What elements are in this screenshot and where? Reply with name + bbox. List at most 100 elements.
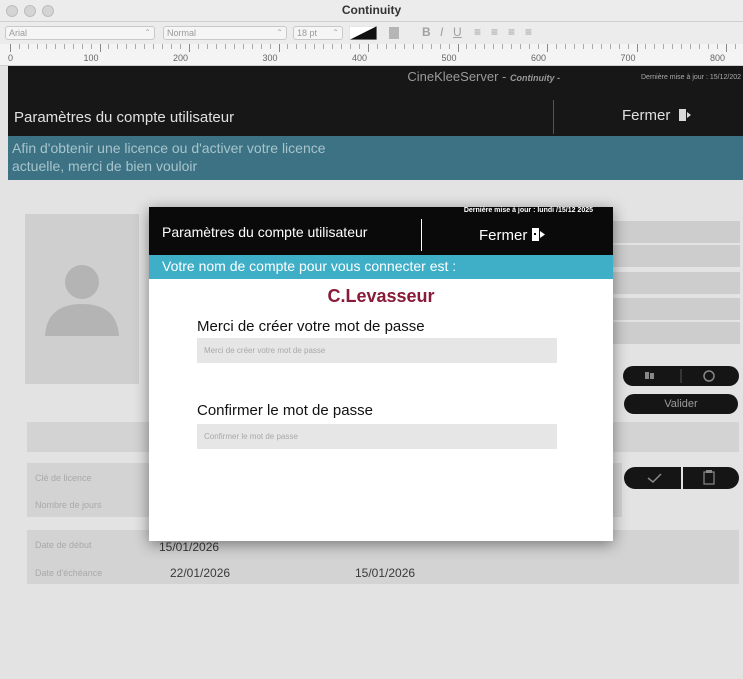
server-name: CineKleeServer - Continuity - [407,69,560,84]
confirm-password-input[interactable] [197,424,557,449]
underline-button[interactable]: U [453,25,462,39]
ruler-tick [242,44,244,49]
ruler-tick [206,44,208,49]
ruler-tick [341,44,343,49]
ruler-tick [99,44,101,52]
end-date-label: Date d'échéance [35,568,103,578]
account-name: C.Levasseur [327,286,435,306]
start-date-value: 15/01/2026 [159,540,220,554]
align-justify-icon[interactable]: ≡ [525,25,532,39]
check-icon [647,467,715,489]
ruler-tick [699,44,701,49]
ruler-tick [323,44,325,49]
ruler-tick [708,44,710,49]
ruler-tick [511,44,513,49]
bold-button[interactable]: B [422,25,431,39]
validate-button[interactable]: Valider [624,394,738,414]
ruler-tick [627,44,629,49]
exit-door-icon [678,109,691,121]
ruler-tick [278,44,280,52]
check-clipboard-buttons[interactable] [624,467,739,489]
ruler-label: 700 [620,53,636,63]
confirm-password-label: Confirmer le mot de passe [197,402,373,419]
ruler-tick [314,44,316,49]
ruler-tick [233,44,235,49]
ruler-tick [734,44,736,49]
ruler-tick [180,44,182,49]
ruler-tick [350,44,352,49]
ruler-tick [296,44,298,49]
font-select[interactable]: Arial ⌃ [5,26,155,40]
ruler-tick [27,44,29,49]
modal-close-label: Fermer [479,227,528,244]
ruler-tick [555,44,557,49]
ruler-tick [189,44,190,52]
ruler-tick [475,44,477,49]
ruler-tick [385,44,387,49]
ruler-tick [538,44,540,49]
ruler-tick [359,44,361,49]
ruler-tick [81,44,83,49]
ruler-label: 500 [441,53,457,63]
license-key-label: Clé de licence [35,473,92,483]
background-title: Paramètres du compte utilisateur [14,109,235,126]
italic-button[interactable]: I [440,25,443,39]
ruler-tick [412,44,414,49]
align-right-icon[interactable]: ≡ [508,25,515,39]
password-input[interactable] [197,338,557,363]
background-close-button[interactable]: Fermer [622,107,692,124]
ruler-tick [197,44,199,49]
modal-close-button[interactable]: Fermer [479,227,546,246]
ruler-tick [45,44,47,49]
ruler-label: 300 [262,53,278,63]
ruler-tick [54,44,56,49]
import-refresh-buttons[interactable] [623,366,739,386]
format-toolbar: Arial ⌃ Normal ⌃ 18 pt ⌃ B I U ≡ ≡ ≡ ≡ [0,22,743,44]
ruler-tick [582,44,584,49]
ruler-tick [726,44,727,52]
size-select[interactable]: 18 pt ⌃ [293,26,343,40]
ruler-tick [690,44,692,49]
ruler-tick [72,44,74,49]
ruler-tick [466,44,468,49]
server-suffix: Continuity - [510,73,560,83]
header-update-text: Dernière mise à jour : 15/12/202 [641,74,741,81]
ruler-tick [224,44,226,49]
header-divider [553,100,554,134]
ruler-tick [636,44,638,52]
ruler-tick [171,44,173,49]
info-banner-text: Afin d'obtenir une licence ou d'activer … [12,140,326,174]
modal-banner-text: Votre nom de compte pour vous connecter … [162,258,457,274]
style-select[interactable]: Normal ⌃ [163,26,287,40]
ruler-tick [663,44,665,49]
server-name-text: CineKleeServer - [407,69,510,84]
ruler-tick [529,44,531,49]
ruler-tick [394,44,396,49]
size-select-value: 18 pt [297,28,318,38]
ruler-label: 200 [173,53,189,63]
color-swatch-icon[interactable] [349,26,377,40]
ruler-tick [654,44,656,49]
start-date-label: Date de début [35,540,92,550]
ruler-label: 800 [710,53,726,63]
exit-door-icon [532,228,546,241]
page-icon[interactable] [389,27,399,39]
ruler-label: 0 [8,53,14,63]
ruler-tick [421,44,423,49]
align-center-icon[interactable]: ≡ [491,25,498,39]
refresh-icon [645,369,715,383]
ruler-tick [520,44,522,49]
ruler-tick [269,44,271,49]
ruler-tick [681,44,683,49]
ruler-tick [368,44,369,52]
ruler-tick [600,44,602,49]
ruler-tick [457,44,459,52]
ruler-label: 100 [83,53,99,63]
ruler-tick [144,44,146,49]
password-label: Merci de créer votre mot de passe [197,318,425,335]
ruler-tick [403,44,405,49]
ruler-tick [717,44,719,49]
align-left-icon[interactable]: ≡ [474,25,481,39]
modal-title: Paramètres du compte utilisateur [162,224,368,240]
ruler-tick [564,44,566,49]
